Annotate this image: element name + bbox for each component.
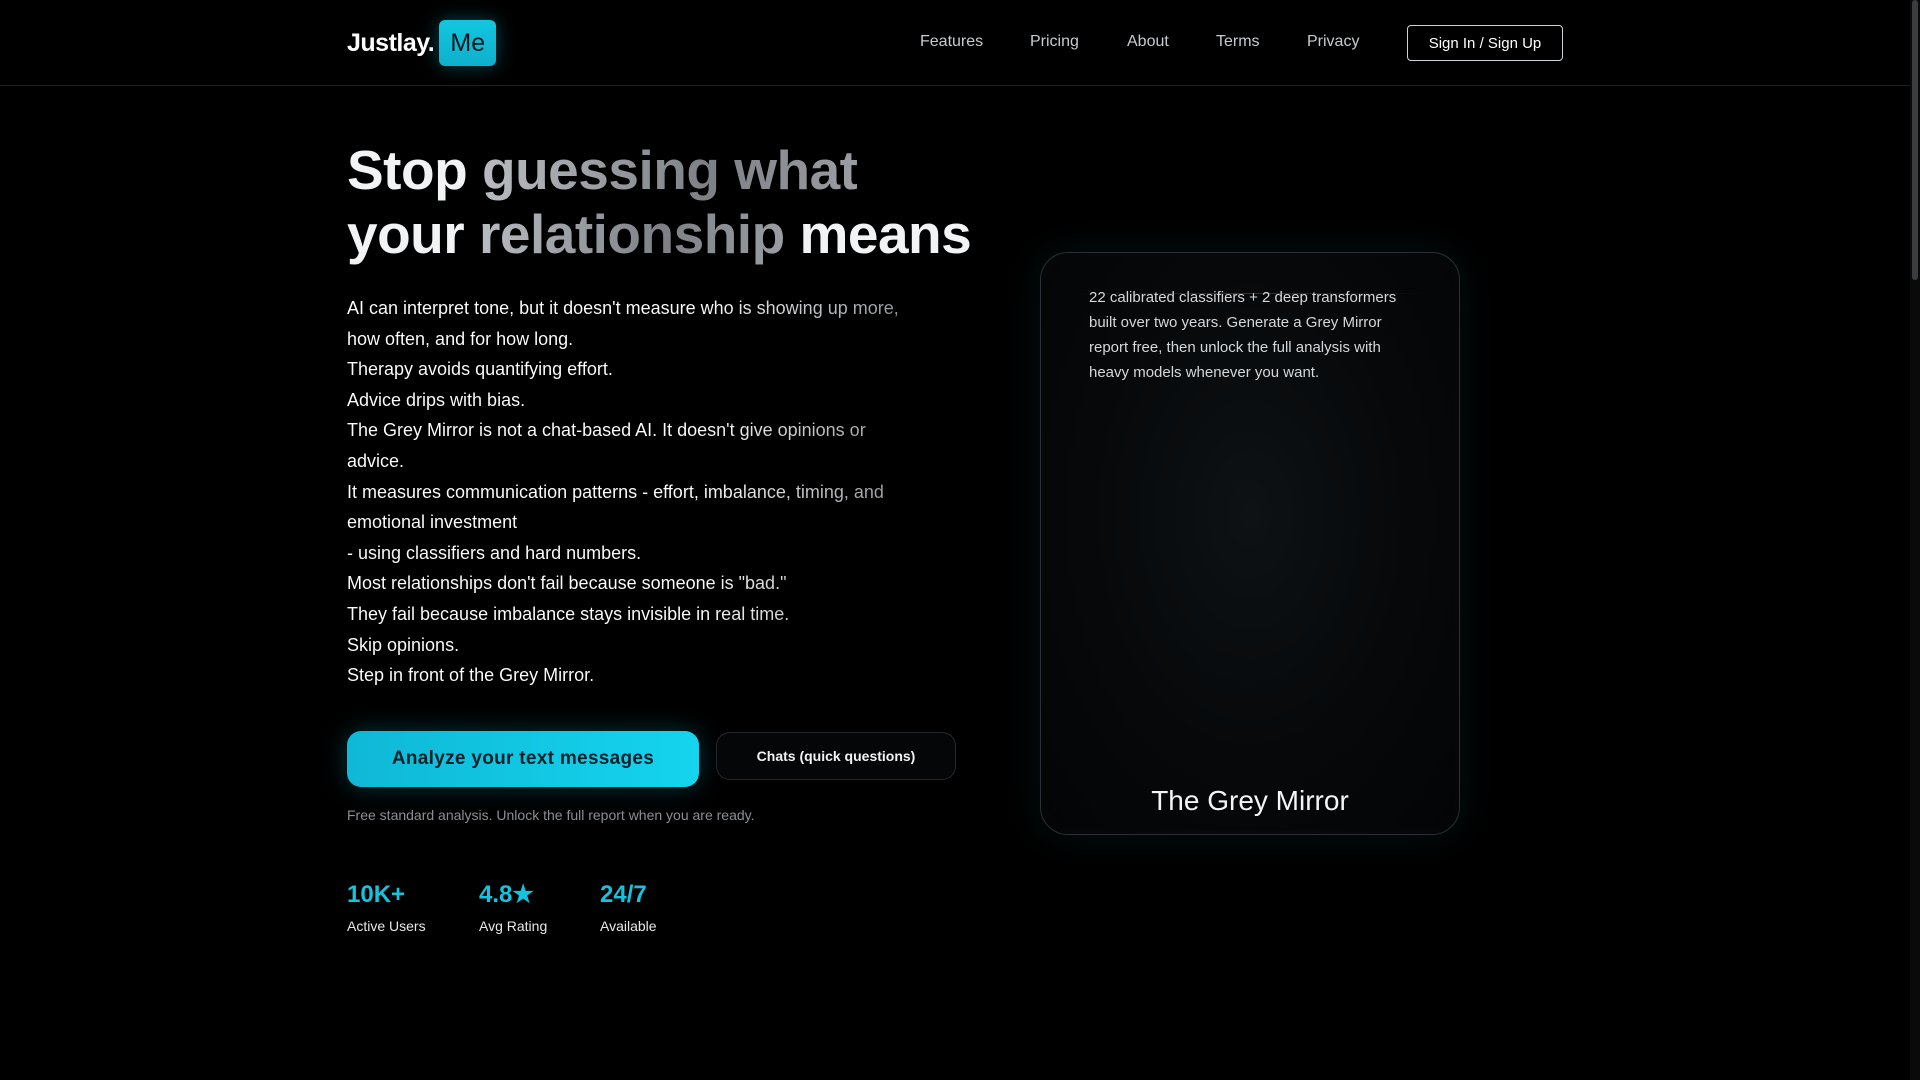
hero-title-word: Stop [347, 139, 482, 201]
card-description: 22 calibrated classifiers + 2 deep trans… [1089, 289, 1397, 381]
nav-link-about[interactable]: About [1127, 33, 1169, 51]
hero-paragraph: Therapy avoids quantifying effort. [347, 354, 907, 385]
stat-label: Avg Rating [479, 918, 548, 934]
nav-link-features[interactable]: Features [920, 33, 983, 51]
hero-title-line-2: your relationship means [347, 202, 997, 266]
hero-title: Stop guessing what your relationship mea… [347, 138, 997, 266]
top-navbar: Justlay. Me Features Pricing About Terms… [0, 0, 1910, 86]
hero-title-line-1: Stop guessing what [347, 138, 997, 202]
nav-links: Features Pricing About Terms Privacy [0, 33, 1910, 53]
hero-paragraph: Skip opinions. [347, 630, 907, 661]
stat-value: 10K+ [347, 881, 406, 908]
grey-mirror-card: 22 calibrated classifiers + 2 deep trans… [1040, 252, 1460, 835]
hero-paragraph: It measures communication patterns - eff… [347, 477, 907, 538]
hero-paragraph: Most relationships don't fail because so… [347, 568, 907, 599]
analyze-messages-button[interactable]: Analyze your text messages [347, 731, 699, 787]
nav-link-terms[interactable]: Terms [1216, 33, 1260, 51]
hero-paragraph: AI can interpret tone, but it doesn't me… [347, 293, 907, 354]
hero-paragraph: The Grey Mirror is not a chat-based AI. … [347, 415, 907, 476]
stat-active-users: 10K+ Active Users [347, 880, 426, 934]
hero-paragraph: Step in front of the Grey Mirror. [347, 660, 907, 691]
free-analysis-note: Free standard analysis. Unlock the full … [347, 807, 755, 823]
card-title: The Grey Mirror [1151, 785, 1349, 816]
stat-value: 24/7 [600, 881, 647, 908]
scrollbar-thumb[interactable] [1912, 0, 1918, 280]
page-scrollbar[interactable] [1910, 0, 1920, 1080]
quick-questions-button[interactable]: Chats (quick questions) [716, 732, 956, 780]
hero-title-word: means [784, 203, 972, 265]
hero-paragraph: Advice drips with bias. [347, 385, 907, 416]
hero-title-faded: guessing what [481, 139, 858, 201]
stat-label: Available [600, 918, 657, 934]
stat-label: Active Users [347, 918, 426, 934]
stat-available: 24/7 Available [600, 880, 657, 934]
stat-avg-rating: 4.8★ Avg Rating [479, 880, 547, 934]
sign-in-button[interactable]: Sign In / Sign Up [1407, 25, 1563, 61]
nav-link-privacy[interactable]: Privacy [1307, 33, 1359, 51]
hero-paragraph: - using classifiers and hard numbers. [347, 538, 907, 569]
hero-title-word: your [347, 203, 479, 265]
stat-value: 4.8★ [479, 881, 534, 908]
hero-body: AI can interpret tone, but it doesn't me… [347, 293, 907, 691]
nav-link-pricing[interactable]: Pricing [1030, 33, 1079, 51]
hero-paragraph: They fail because imbalance stays invisi… [347, 599, 907, 630]
hero-title-faded: relationship [478, 203, 785, 265]
